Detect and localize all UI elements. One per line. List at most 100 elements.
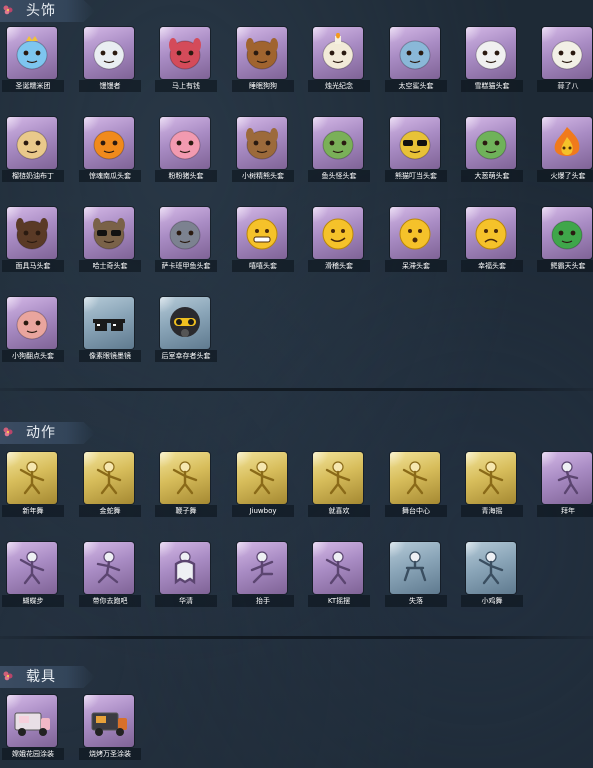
- inventory-item[interactable]: 面具马头套: [2, 207, 64, 275]
- inventory-item[interactable]: 惊魂南瓜头套: [79, 117, 141, 185]
- inventory-item[interactable]: 哈士奇头套: [79, 207, 141, 275]
- inventory-item[interactable]: 抬手: [232, 542, 294, 610]
- inventory-item[interactable]: 新年舞: [2, 452, 64, 520]
- inventory-item[interactable]: 蒜了八: [537, 27, 593, 95]
- white-fluffy-creature-icon: [93, 40, 125, 70]
- inventory-item[interactable]: 萨卡班甲鱼头套: [155, 207, 217, 275]
- item-card[interactable]: [313, 207, 363, 259]
- item-card[interactable]: [466, 542, 516, 594]
- inventory-item[interactable]: 雪糕猫头套: [461, 27, 523, 95]
- inventory-item[interactable]: 嫦娥花园涂装: [2, 695, 64, 763]
- item-card[interactable]: [466, 452, 516, 504]
- item-card[interactable]: [160, 542, 210, 594]
- inventory-item[interactable]: 后室幸存者头套: [155, 297, 217, 365]
- inventory-item[interactable]: 青海摇: [461, 452, 523, 520]
- item-card[interactable]: [160, 207, 210, 259]
- item-card[interactable]: [7, 27, 57, 79]
- item-card[interactable]: [466, 207, 516, 259]
- inventory-item[interactable]: 失落: [385, 542, 447, 610]
- inventory-item[interactable]: 拜年: [537, 452, 593, 520]
- item-card[interactable]: [7, 117, 57, 169]
- item-card[interactable]: [7, 695, 57, 747]
- sad-emoji-icon: [475, 218, 507, 250]
- item-card[interactable]: [542, 117, 592, 169]
- item-card[interactable]: [390, 117, 440, 169]
- inventory-item[interactable]: Jiuwboy: [232, 452, 294, 520]
- inventory-item[interactable]: 鱼头怪头套: [308, 117, 370, 185]
- item-card[interactable]: [237, 542, 287, 594]
- item-card[interactable]: [84, 207, 134, 259]
- inventory-item[interactable]: 蝴蝶步: [2, 542, 64, 610]
- item-label: 小树精熊头套: [232, 170, 294, 182]
- inventory-item[interactable]: 睡眠狗狗: [232, 27, 294, 95]
- inventory-item[interactable]: 烧烤万圣涂装: [79, 695, 141, 763]
- inventory-item[interactable]: 火爆了头套: [537, 117, 593, 185]
- inventory-item[interactable]: 圣诞糯米团: [2, 27, 64, 95]
- inventory-item[interactable]: 金蛇舞: [79, 452, 141, 520]
- item-card[interactable]: [84, 542, 134, 594]
- item-card[interactable]: [160, 117, 210, 169]
- item-card[interactable]: [7, 452, 57, 504]
- item-card[interactable]: [237, 27, 287, 79]
- item-card[interactable]: [237, 117, 287, 169]
- item-card[interactable]: [542, 27, 592, 79]
- item-card[interactable]: [7, 207, 57, 259]
- inventory-item[interactable]: 烛光纪念: [308, 27, 370, 95]
- inventory-item[interactable]: 榴梿奶油布丁: [2, 117, 64, 185]
- inventory-item[interactable]: 大葱萌头套: [461, 117, 523, 185]
- item-card[interactable]: [237, 452, 287, 504]
- item-label: 面具马头套: [2, 260, 64, 272]
- item-label: 抬手: [232, 595, 294, 607]
- item-card[interactable]: [466, 27, 516, 79]
- item-card[interactable]: [390, 542, 440, 594]
- item-card[interactable]: [390, 207, 440, 259]
- inventory-item[interactable]: 马上有钱: [155, 27, 217, 95]
- inventory-item[interactable]: 小狗翻点头套: [2, 297, 64, 365]
- inventory-item[interactable]: 舞台中心: [385, 452, 447, 520]
- item-card[interactable]: [542, 207, 592, 259]
- inventory-item[interactable]: 小树精熊头套: [232, 117, 294, 185]
- item-card[interactable]: [7, 542, 57, 594]
- item-card[interactable]: [542, 452, 592, 504]
- item-card[interactable]: [390, 452, 440, 504]
- item-card[interactable]: [84, 452, 134, 504]
- item-card[interactable]: [313, 117, 363, 169]
- item-card[interactable]: [84, 695, 134, 747]
- inventory-item[interactable]: 嘻嘻头套: [232, 207, 294, 275]
- item-card[interactable]: [160, 452, 210, 504]
- inventory-item[interactable]: 鳄霸天头套: [537, 207, 593, 275]
- inventory-item[interactable]: 华清: [155, 542, 217, 610]
- item-card[interactable]: [7, 297, 57, 349]
- inventory-item[interactable]: 带你去跑吧: [79, 542, 141, 610]
- dog-head-icon: [246, 38, 278, 70]
- smirk-emoji-icon: [322, 218, 354, 250]
- inventory-item[interactable]: 小鸡舞: [461, 542, 523, 610]
- brown-bear-head-icon: [246, 128, 278, 160]
- inventory-item[interactable]: 就喜欢: [308, 452, 370, 520]
- dance-pose-icon: [478, 551, 504, 585]
- item-card[interactable]: [237, 207, 287, 259]
- item-label: 带你去跑吧: [79, 595, 141, 607]
- item-card[interactable]: [84, 117, 134, 169]
- inventory-item[interactable]: 呆滞头套: [385, 207, 447, 275]
- item-card[interactable]: [313, 452, 363, 504]
- item-card[interactable]: [84, 297, 134, 349]
- item-card[interactable]: [313, 542, 363, 594]
- inventory-item[interactable]: 太空鲨头套: [385, 27, 447, 95]
- item-card[interactable]: [84, 27, 134, 79]
- inventory-item[interactable]: 鞭子舞: [155, 452, 217, 520]
- inventory-item[interactable]: 滑稽头套: [308, 207, 370, 275]
- item-card[interactable]: [160, 27, 210, 79]
- item-card[interactable]: [313, 27, 363, 79]
- inventory-item[interactable]: 熊猫叮当头套: [385, 117, 447, 185]
- inventory-item[interactable]: 馒馒者: [79, 27, 141, 95]
- item-card[interactable]: [160, 297, 210, 349]
- inventory-item[interactable]: KT摇摆: [308, 542, 370, 610]
- inventory-item[interactable]: 幸福头套: [461, 207, 523, 275]
- item-card[interactable]: [390, 27, 440, 79]
- inventory-item[interactable]: 粉粉猪头套: [155, 117, 217, 185]
- inventory-item[interactable]: 像素眼镜墨镜: [79, 297, 141, 365]
- item-card[interactable]: [466, 117, 516, 169]
- item-label: 鱼头怪头套: [308, 170, 370, 182]
- food-truck-icon: [91, 712, 127, 736]
